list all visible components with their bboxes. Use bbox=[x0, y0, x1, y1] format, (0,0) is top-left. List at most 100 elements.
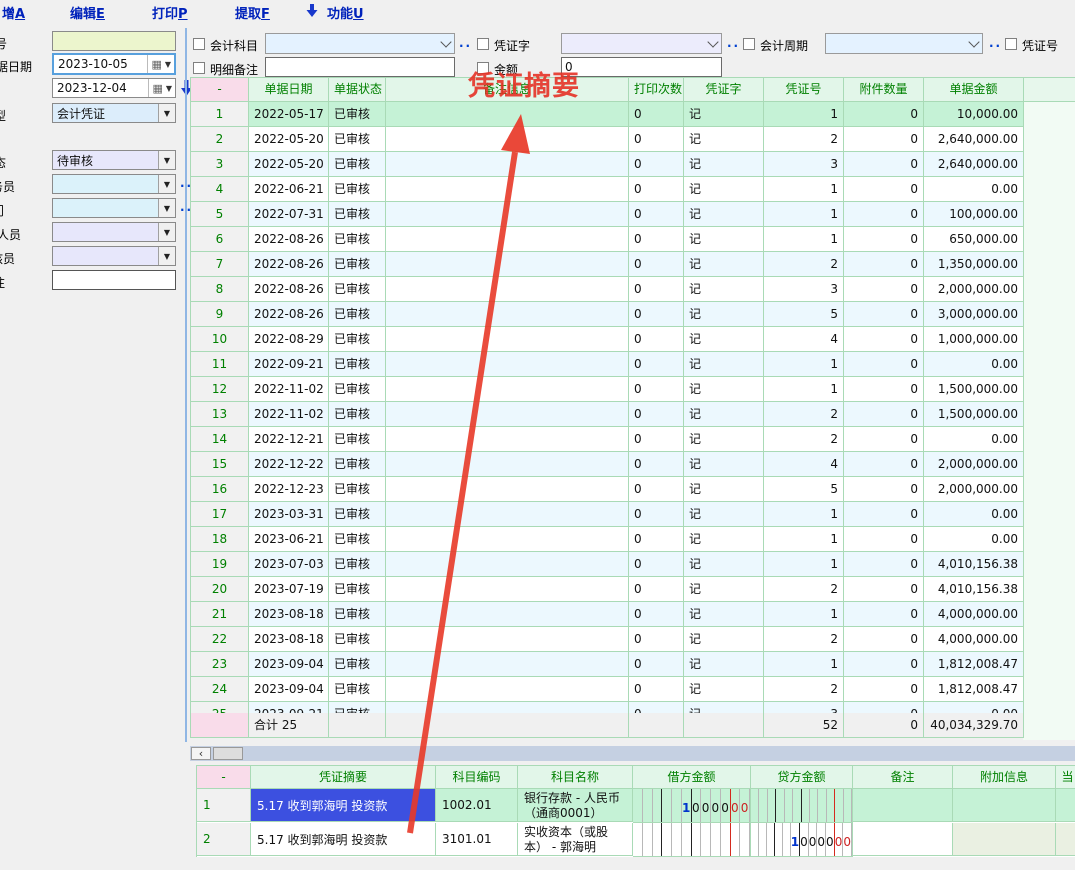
table-row[interactable]: 222023-08-18已审核0记204,000,000.00 bbox=[191, 627, 1024, 652]
cell-print-count[interactable]: 0 bbox=[629, 502, 684, 527]
cell-amount[interactable]: 4,000,000.00 bbox=[924, 627, 1024, 652]
cell-amount[interactable]: 2,640,000.00 bbox=[924, 127, 1024, 152]
cell-attachments[interactable]: 0 bbox=[844, 277, 924, 302]
cell-voucher-no[interactable]: 1 bbox=[764, 502, 844, 527]
cell-amount[interactable]: 10,000.00 bbox=[924, 102, 1024, 127]
cell-attachments[interactable]: 0 bbox=[844, 527, 924, 552]
chevron-down-icon[interactable]: ▼ bbox=[158, 151, 175, 169]
cell-voucher-no[interactable]: 2 bbox=[764, 402, 844, 427]
cell-voucher-no[interactable]: 4 bbox=[764, 327, 844, 352]
table-row[interactable]: 62022-08-26已审核0记10650,000.00 bbox=[191, 227, 1024, 252]
table-row[interactable]: 192023-07-03已审核0记104,010,156.38 bbox=[191, 552, 1024, 577]
cell-date[interactable]: 2022-12-21 bbox=[249, 427, 329, 452]
cell-note[interactable] bbox=[386, 202, 629, 227]
browse-button[interactable]: .. bbox=[459, 36, 472, 50]
cell-attachments[interactable]: 0 bbox=[844, 702, 924, 713]
cell-attachments[interactable]: 0 bbox=[844, 302, 924, 327]
cell-print-count[interactable]: 0 bbox=[629, 377, 684, 402]
cell-voucher-word[interactable]: 记 bbox=[684, 652, 764, 677]
cell-attachments[interactable]: 0 bbox=[844, 252, 924, 277]
cell-date[interactable]: 2023-06-21 bbox=[249, 527, 329, 552]
cell-print-count[interactable]: 0 bbox=[629, 602, 684, 627]
table-row[interactable]: 92022-08-26已审核0记503,000,000.00 bbox=[191, 302, 1024, 327]
maker-select[interactable]: ▼ bbox=[52, 222, 176, 242]
cell-print-count[interactable]: 0 bbox=[629, 477, 684, 502]
table-row[interactable]: 112022-09-21已审核0记100.00 bbox=[191, 352, 1024, 377]
cell-voucher-word[interactable]: 记 bbox=[684, 702, 764, 713]
cell-amount[interactable]: 0.00 bbox=[924, 702, 1024, 713]
cell-voucher-no[interactable]: 1 bbox=[764, 177, 844, 202]
cell-note[interactable] bbox=[386, 652, 629, 677]
cell-amount[interactable]: 0.00 bbox=[924, 502, 1024, 527]
cell-status[interactable]: 已审核 bbox=[329, 252, 386, 277]
table-row[interactable]: 12022-05-17已审核0记1010,000.00 bbox=[191, 102, 1024, 127]
cell-attachments[interactable]: 0 bbox=[844, 202, 924, 227]
cell-note[interactable] bbox=[386, 577, 629, 602]
entry-row[interactable]: 15.17 收到郭海明 投资款1002.01银行存款 - 人民币（通商0001）… bbox=[197, 789, 1075, 823]
cell-row-number[interactable]: 22 bbox=[191, 627, 249, 652]
cell-voucher-word[interactable]: 记 bbox=[684, 202, 764, 227]
cell-status[interactable]: 已审核 bbox=[329, 352, 386, 377]
cell-row-number[interactable]: 4 bbox=[191, 177, 249, 202]
cell-print-count[interactable]: 0 bbox=[629, 102, 684, 127]
cell-amount[interactable]: 0.00 bbox=[924, 177, 1024, 202]
cell-status[interactable]: 已审核 bbox=[329, 127, 386, 152]
cell-date[interactable]: 2022-05-20 bbox=[249, 127, 329, 152]
menu-function-button[interactable]: 功能U bbox=[327, 3, 364, 22]
cell-amount[interactable]: 2,000,000.00 bbox=[924, 452, 1024, 477]
table-row[interactable]: 132022-11-02已审核0记201,500,000.00 bbox=[191, 402, 1024, 427]
cell-voucher-word[interactable]: 记 bbox=[684, 552, 764, 577]
detail-note-filter-input[interactable] bbox=[265, 57, 455, 77]
cell-date[interactable]: 2022-09-21 bbox=[249, 352, 329, 377]
cell-amount[interactable]: 2,000,000.00 bbox=[924, 277, 1024, 302]
table-row-partial[interactable]: 252023-09-21已审核0记300.00 bbox=[191, 702, 1024, 713]
cell-date[interactable]: 2022-05-20 bbox=[249, 152, 329, 177]
table-row[interactable]: 212023-08-18已审核0记104,000,000.00 bbox=[191, 602, 1024, 627]
cell-credit-amount[interactable]: 1000000 bbox=[751, 823, 853, 857]
cell-voucher-no[interactable]: 3 bbox=[764, 277, 844, 302]
cell-note[interactable] bbox=[386, 327, 629, 352]
cell-amount[interactable]: 1,812,008.47 bbox=[924, 652, 1024, 677]
cell-status[interactable]: 已审核 bbox=[329, 602, 386, 627]
doc-type-select[interactable]: 会计凭证▼ bbox=[52, 103, 176, 123]
cell-status[interactable]: 已审核 bbox=[329, 452, 386, 477]
cell-status[interactable]: 已审核 bbox=[329, 502, 386, 527]
cell-row-number[interactable]: 9 bbox=[191, 302, 249, 327]
cell-voucher-word[interactable]: 记 bbox=[684, 527, 764, 552]
cell-note[interactable] bbox=[386, 402, 629, 427]
cell-status[interactable]: 已审核 bbox=[329, 227, 386, 252]
cell-voucher-word[interactable]: 记 bbox=[684, 102, 764, 127]
cell-row-number[interactable]: 1 bbox=[197, 789, 251, 822]
cell-voucher-word[interactable]: 记 bbox=[684, 477, 764, 502]
cell-voucher-no[interactable]: 4 bbox=[764, 452, 844, 477]
cell-voucher-word[interactable]: 记 bbox=[684, 402, 764, 427]
cell-current[interactable] bbox=[1056, 823, 1075, 856]
cell-print-count[interactable]: 0 bbox=[629, 177, 684, 202]
voucher-word-filter-select[interactable] bbox=[561, 33, 722, 54]
cell-date[interactable]: 2023-08-18 bbox=[249, 627, 329, 652]
cell-print-count[interactable]: 0 bbox=[629, 127, 684, 152]
cell-attachments[interactable]: 0 bbox=[844, 452, 924, 477]
cell-print-count[interactable]: 0 bbox=[629, 677, 684, 702]
cell-note[interactable] bbox=[386, 552, 629, 577]
cell-date[interactable]: 2023-08-18 bbox=[249, 602, 329, 627]
cell-print-count[interactable]: 0 bbox=[629, 652, 684, 677]
cell-note[interactable] bbox=[386, 702, 629, 713]
cell-account-name[interactable]: 实收资本（或股本） - 郭海明 bbox=[518, 823, 633, 856]
cell-attachments[interactable]: 0 bbox=[844, 677, 924, 702]
chevron-down-icon[interactable]: ▼ bbox=[158, 175, 175, 193]
cell-date[interactable]: 2022-08-26 bbox=[249, 252, 329, 277]
cell-note[interactable] bbox=[386, 677, 629, 702]
cell-attachments[interactable]: 0 bbox=[844, 627, 924, 652]
cell-row-number[interactable]: 23 bbox=[191, 652, 249, 677]
chevron-down-icon[interactable]: ▼ bbox=[158, 104, 175, 122]
cell-voucher-word[interactable]: 记 bbox=[684, 152, 764, 177]
table-row[interactable]: 22022-05-20已审核0记202,640,000.00 bbox=[191, 127, 1024, 152]
auditor-select[interactable]: ▼ bbox=[52, 246, 176, 266]
cell-print-count[interactable]: 0 bbox=[629, 277, 684, 302]
cell-status[interactable]: 已审核 bbox=[329, 527, 386, 552]
cell-print-count[interactable]: 0 bbox=[629, 627, 684, 652]
cell-note[interactable] bbox=[386, 477, 629, 502]
cell-amount[interactable]: 1,500,000.00 bbox=[924, 377, 1024, 402]
table-row[interactable]: 42022-06-21已审核0记100.00 bbox=[191, 177, 1024, 202]
